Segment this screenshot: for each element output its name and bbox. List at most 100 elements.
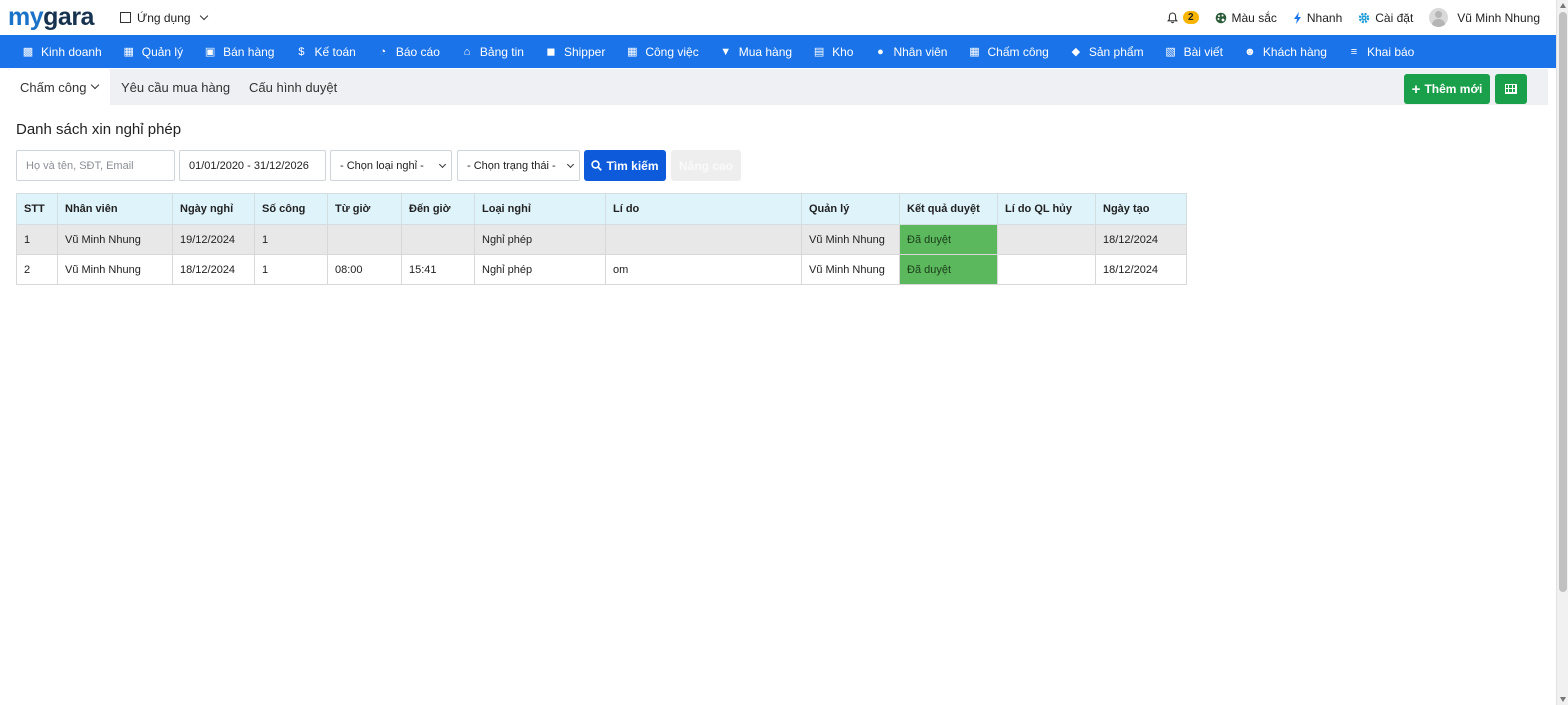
apps-label: Ứng dụng	[136, 10, 191, 25]
status-badge: Đã duyệt	[899, 224, 998, 255]
user-menu[interactable]: Vũ Minh Nhung	[1429, 8, 1540, 27]
column-header[interactable]: STT	[16, 193, 58, 225]
bag-icon: ▩	[22, 46, 34, 58]
nav-item-ban-hang[interactable]: ▣ Bán hàng	[196, 35, 287, 68]
leave-request-table: STT Nhân viên Ngày nghỉ Số công Từ giờ Đ…	[16, 193, 1187, 285]
leave-type-select[interactable]: - Chọn loại nghỉ -	[330, 150, 452, 181]
tab-cau-hinh-duyet[interactable]: Cấu hình duyệt	[237, 69, 349, 105]
nav-item-khai-bao[interactable]: ≡ Khai báo	[1340, 35, 1427, 68]
table-icon	[1505, 84, 1517, 94]
color-button[interactable]: Màu sắc	[1215, 11, 1277, 25]
smile-icon: ☻	[1244, 45, 1256, 58]
table-cell: om	[605, 254, 802, 285]
column-header[interactable]: Loại nghỉ	[474, 193, 606, 225]
table-cell: 1	[254, 224, 328, 255]
search-button[interactable]: Tìm kiếm	[584, 150, 666, 181]
column-header[interactable]: Quản lý	[801, 193, 900, 225]
nav-item-shipper[interactable]: ◼ Shipper	[537, 35, 618, 68]
column-header[interactable]: Lí do QL hủy	[997, 193, 1096, 225]
quick-label: Nhanh	[1306, 10, 1343, 25]
nav-item-cham-cong[interactable]: ▦ Chấm công	[960, 35, 1061, 68]
search-input[interactable]: Họ và tên, SĐT, Email	[16, 150, 175, 181]
advanced-button[interactable]: Nâng cao	[671, 150, 741, 181]
notifications-button[interactable]: 2	[1167, 11, 1199, 24]
chevron-down-icon	[566, 160, 575, 168]
dollar-icon: $	[298, 45, 305, 58]
palette-icon	[1215, 12, 1226, 23]
table-view-button[interactable]	[1495, 74, 1527, 104]
nav-item-quan-ly[interactable]: ▦ Quản lý	[115, 35, 196, 68]
table-cell: 19/12/2024	[172, 224, 255, 255]
tab-yeu-cau-mua-hang[interactable]: Yêu cầu mua hàng	[109, 69, 242, 105]
notification-count-badge: 2	[1182, 11, 1199, 24]
status-select[interactable]: - Chọn trạng thái -	[457, 150, 580, 181]
column-header[interactable]: Kết quả duyệt	[899, 193, 998, 225]
chevron-down-icon	[199, 11, 208, 20]
lightning-icon	[1293, 11, 1301, 24]
tab-cham-cong[interactable]: Chấm công	[8, 69, 111, 105]
nav-item-khach-hang[interactable]: ☻ Khách hàng	[1236, 35, 1340, 68]
table-cell: 18/12/2024	[1095, 254, 1187, 285]
vertical-scrollbar[interactable]	[1556, 0, 1568, 705]
nav-item-bao-cao[interactable]: ◔ Báo cáo	[369, 35, 453, 68]
column-header[interactable]: Từ giờ	[327, 193, 402, 225]
nav-item-kho[interactable]: ▤ Kho	[805, 35, 866, 68]
pie-chart-icon: ◔	[379, 45, 387, 58]
table-cell: Nghỉ phép	[474, 224, 606, 255]
user-icon: ●	[877, 45, 884, 58]
add-new-button[interactable]: + Thêm mới	[1404, 74, 1490, 104]
apps-menu[interactable]: Ứng dụng	[119, 10, 208, 25]
table-row[interactable]: 1 Vũ Minh Nhung 19/12/2024 1 Nghỉ phép V…	[16, 224, 1187, 255]
gear-icon	[1359, 12, 1370, 23]
scroll-up-icon[interactable]	[1560, 3, 1566, 8]
table-cell: Nghỉ phép	[474, 254, 606, 285]
scroll-down-icon[interactable]	[1560, 697, 1566, 702]
scrollbar-thumb[interactable]	[1559, 12, 1567, 592]
truck-icon: ◼	[546, 46, 556, 58]
nav-item-mua-hang[interactable]: ▼ Mua hàng	[712, 35, 805, 68]
avatar	[1429, 8, 1449, 27]
column-header[interactable]: Nhân viên	[57, 193, 173, 225]
calendar-icon: ▦	[627, 46, 638, 58]
nav-item-bang-tin[interactable]: ⌂ Bảng tin	[453, 35, 537, 68]
nav-item-ke-toan[interactable]: $ Kế toán	[287, 35, 368, 68]
date-range-field[interactable]: 01/01/2020 - 31/12/2026	[179, 150, 326, 181]
column-header[interactable]: Ngày tạo	[1095, 193, 1187, 225]
table-row[interactable]: 2 Vũ Minh Nhung 18/12/2024 1 08:00 15:41…	[16, 254, 1187, 285]
chevron-down-icon	[91, 80, 100, 90]
table-cell: 18/12/2024	[172, 254, 255, 285]
nav-item-cong-viec[interactable]: ▦ Công việc	[618, 35, 711, 68]
chevron-down-icon	[438, 160, 447, 168]
table-cell: 18/12/2024	[1095, 224, 1187, 255]
column-header[interactable]: Lí do	[605, 193, 802, 225]
basket-icon: ▼	[720, 45, 732, 58]
settings-label: Cài đặt	[1375, 10, 1414, 25]
table-cell: 1	[16, 224, 58, 255]
user-name: Vũ Minh Nhung	[1457, 10, 1540, 25]
grid-icon	[119, 12, 131, 23]
column-header[interactable]: Số công	[254, 193, 328, 225]
table-header-row: STT Nhân viên Ngày nghỉ Số công Từ giờ Đ…	[16, 193, 1187, 225]
quick-button[interactable]: Nhanh	[1293, 11, 1342, 25]
table-cell: 1	[254, 254, 328, 285]
sub-tab-bar: Chấm công Yêu cầu mua hàng Cấu hình duyệ…	[8, 69, 1548, 105]
column-header[interactable]: Đến giờ	[401, 193, 475, 225]
id-card-icon: ▦	[123, 46, 134, 58]
nav-item-bai-viet[interactable]: ▧ Bài viết	[1157, 35, 1236, 68]
plus-icon: +	[1411, 80, 1421, 98]
table-cell	[401, 224, 475, 255]
bell-icon	[1167, 11, 1178, 23]
logo[interactable]: mygara	[8, 5, 94, 30]
search-icon	[591, 160, 603, 171]
nav-item-san-pham[interactable]: ◆ Sản phẩm	[1062, 35, 1157, 68]
top-header: mygara Ứng dụng 2 Màu sắc Nhanh Cài đặt …	[0, 0, 1556, 35]
table-cell: Vũ Minh Nhung	[801, 224, 900, 255]
table-cell: 08:00	[327, 254, 402, 285]
page-title: Danh sách xin nghỉ phép	[16, 121, 182, 138]
column-header[interactable]: Ngày nghỉ	[172, 193, 255, 225]
table-cell: Vũ Minh Nhung	[57, 224, 173, 255]
nav-item-nhan-vien[interactable]: ● Nhân viên	[866, 35, 960, 68]
nav-item-kinh-doanh[interactable]: ▩ Kinh doanh	[14, 35, 115, 68]
status-badge: Đã duyệt	[899, 254, 998, 285]
settings-button[interactable]: Cài đặt	[1358, 11, 1413, 25]
